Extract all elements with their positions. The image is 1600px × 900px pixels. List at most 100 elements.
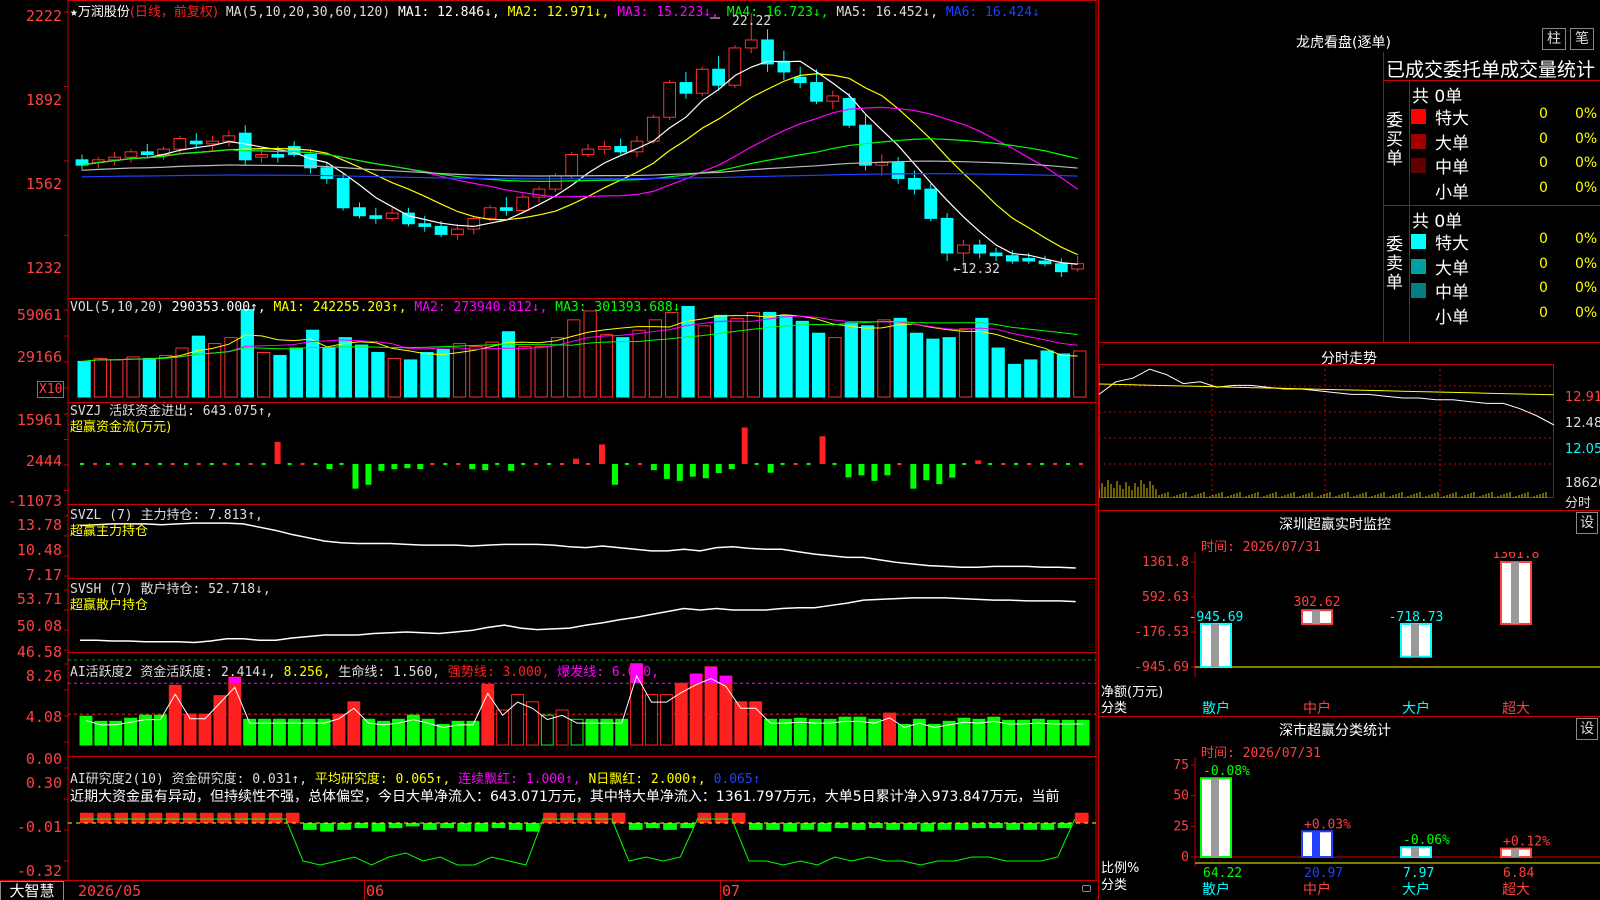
period-label[interactable]: (日线，前复权) bbox=[130, 5, 218, 20]
volume-bar bbox=[257, 351, 271, 398]
flow-bar bbox=[339, 462, 344, 465]
flow-bar bbox=[754, 462, 759, 465]
volume-bar bbox=[322, 347, 336, 398]
research-bar bbox=[182, 812, 197, 823]
research-bar bbox=[1023, 823, 1038, 830]
candle-body bbox=[581, 148, 595, 155]
star-icon[interactable]: ★ bbox=[70, 5, 78, 20]
research-bar bbox=[714, 812, 729, 823]
vol-label: VOL(5,10,20) bbox=[70, 300, 164, 315]
candle-body bbox=[320, 167, 334, 179]
flow-bar bbox=[287, 462, 292, 465]
settings-button[interactable]: 设 bbox=[1576, 512, 1598, 534]
volume-bar bbox=[714, 314, 728, 398]
flow-bar bbox=[573, 458, 580, 464]
divider bbox=[1099, 716, 1600, 717]
net-amount-bar-shade bbox=[1411, 623, 1419, 657]
bottom-bar: 大智慧 2026/05 06 07 bbox=[0, 880, 1097, 900]
research-bar bbox=[903, 823, 918, 830]
flow-bar bbox=[871, 463, 878, 481]
main-legend: ★万润股份(日线，前复权) MA(5,10,20,30,60,120) MA1:… bbox=[70, 1, 1040, 20]
activity-bar-peak bbox=[690, 673, 703, 684]
flow-bar bbox=[118, 462, 123, 465]
longhu-subtitle: 已成交委托单成交量统计 bbox=[1386, 59, 1596, 81]
category-label: 超大 bbox=[1502, 701, 1530, 717]
ai3-e: 0.065↑ bbox=[713, 772, 761, 787]
volume-bar bbox=[534, 346, 548, 398]
ma-legend-item: MA2: 12.971↓, bbox=[507, 5, 618, 20]
divider bbox=[1383, 205, 1600, 206]
date-label: 2026/05 bbox=[78, 882, 142, 900]
research-bar bbox=[886, 823, 900, 830]
research-bar bbox=[748, 823, 763, 830]
category-label: 散户 bbox=[1202, 700, 1230, 717]
ai2-d: 强势线: 3.000, bbox=[447, 665, 550, 680]
brand-label[interactable]: 大智慧 bbox=[0, 881, 64, 900]
flow-bar bbox=[300, 462, 305, 465]
flow-bar bbox=[1040, 462, 1045, 465]
main-ytick: 1562 bbox=[25, 175, 62, 193]
research-bar bbox=[817, 823, 832, 832]
ai3-c: 连续飘红: 1.000↑, bbox=[458, 772, 581, 787]
volume-bar bbox=[877, 319, 891, 398]
volume-bar bbox=[844, 322, 858, 398]
ai3-a: AI研究度2(10) 资金研究度: 0.031↑, bbox=[70, 772, 308, 787]
date-label: 06 bbox=[366, 882, 385, 900]
chart-canvas[interactable] bbox=[0, 0, 1097, 880]
tick-view-button[interactable]: 笔 bbox=[1570, 28, 1594, 50]
research-bar bbox=[371, 823, 386, 832]
svzj-ytick: 2444 bbox=[25, 452, 62, 470]
candle-body bbox=[859, 124, 872, 166]
share-change-label: -0.08% bbox=[1203, 764, 1250, 779]
candle-body bbox=[500, 207, 513, 211]
volume-bar bbox=[550, 337, 565, 398]
candle-body bbox=[255, 153, 268, 158]
main-chart-area[interactable]: ★万润股份(日线，前复权) MA(5,10,20,30,60,120) MA1:… bbox=[0, 0, 1097, 880]
ai2-legend: AI活跃度2 资金活跃度: 2.414↓, 8.256, 生命线: 1.560,… bbox=[70, 661, 659, 680]
y-tick-label: -945.69 bbox=[1134, 660, 1189, 675]
candle-body bbox=[369, 215, 383, 219]
intraday-chart[interactable] bbox=[1099, 364, 1600, 514]
research-bar bbox=[989, 823, 1003, 829]
research-bar bbox=[80, 812, 94, 823]
research-bar bbox=[302, 823, 317, 830]
low-mark-label: ←12.32 bbox=[953, 262, 1000, 277]
research-bar bbox=[114, 812, 129, 823]
ai3-ytick: -0.32 bbox=[16, 862, 62, 880]
flow-bar bbox=[676, 463, 683, 481]
candle-body bbox=[467, 217, 481, 230]
flow-bar bbox=[183, 462, 188, 465]
flow-bar bbox=[80, 462, 84, 465]
share-bar-shade bbox=[1312, 831, 1320, 857]
research-bar bbox=[560, 812, 574, 823]
share-change-label: -0.06% bbox=[1403, 833, 1450, 848]
lock-icon[interactable] bbox=[1082, 885, 1091, 892]
category-label: 大户 bbox=[1402, 700, 1430, 717]
order-percent: 0% bbox=[1575, 280, 1598, 296]
y-tick-label: 1361.8 bbox=[1142, 555, 1189, 570]
flow-bar bbox=[858, 463, 865, 476]
sz-stats-chart[interactable]: 75 50 25 0 -0.08% 64.22散户 +0.03% 20.97中户 -0.06% 7… bbox=[1099, 757, 1600, 900]
candle-body bbox=[1038, 260, 1052, 265]
settings-button[interactable]: 设 bbox=[1576, 718, 1598, 740]
volume-bar bbox=[567, 319, 581, 398]
flow-bar bbox=[663, 463, 670, 479]
volume-bar bbox=[1040, 350, 1054, 398]
flow-bar bbox=[196, 462, 201, 465]
research-bar bbox=[628, 823, 643, 830]
flow-bar bbox=[598, 444, 605, 464]
flow-bar bbox=[1066, 462, 1071, 465]
flow-bar bbox=[274, 441, 281, 464]
research-bar bbox=[491, 823, 506, 829]
column-view-button[interactable]: 柱 bbox=[1542, 28, 1566, 50]
share-change-label: +0.12% bbox=[1503, 835, 1550, 850]
sz-monitor-chart[interactable]: 1361.8592.63-176.53-945.69-945.69302.62-… bbox=[1099, 552, 1600, 717]
research-bar bbox=[543, 812, 557, 823]
y-tick-label: 75 bbox=[1173, 758, 1189, 773]
flow-bar bbox=[105, 462, 110, 465]
volume-bar bbox=[420, 351, 434, 398]
order-type-label: 特大 bbox=[1435, 109, 1469, 129]
flow-bar bbox=[547, 462, 552, 465]
research-bar bbox=[251, 812, 266, 823]
research-bar bbox=[200, 812, 214, 823]
